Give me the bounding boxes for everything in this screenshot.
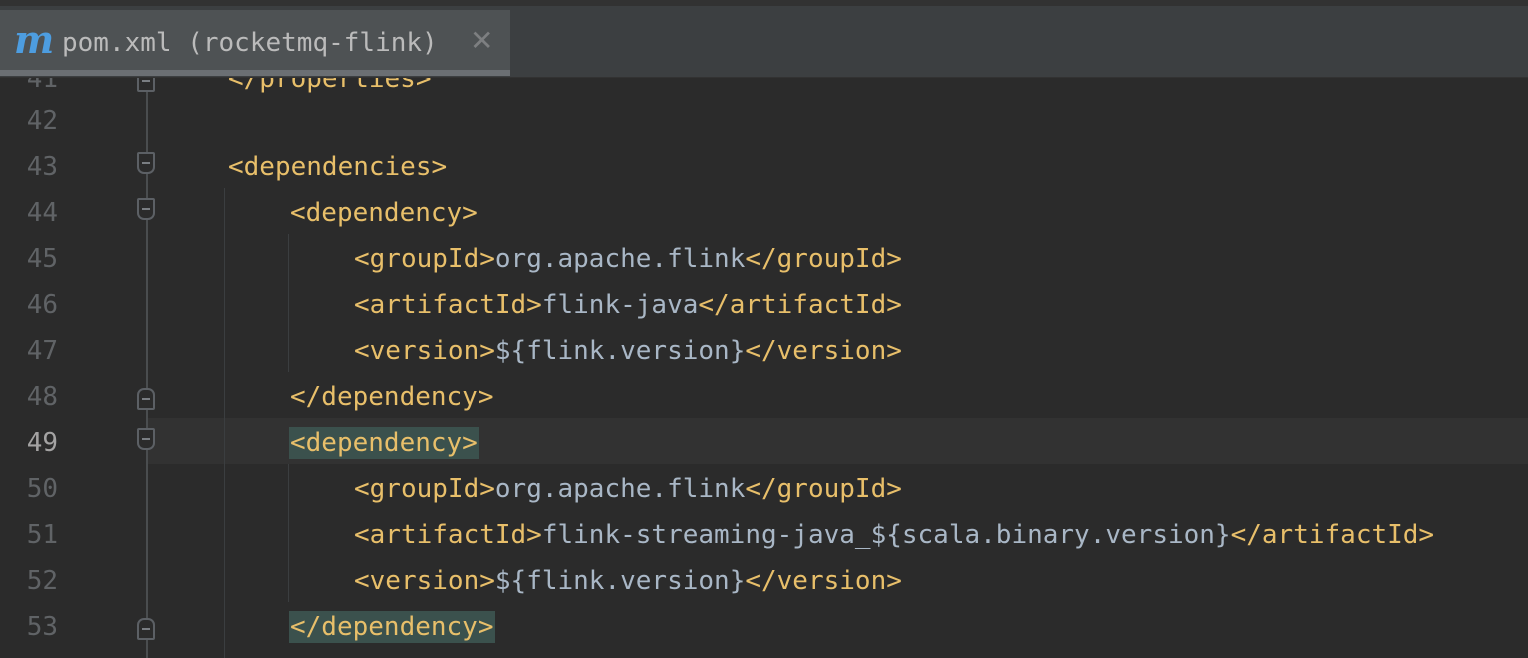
line-number: 47 xyxy=(26,336,58,366)
xml-text: org.apache.flink xyxy=(494,244,746,274)
xml-tag: </properties> xyxy=(228,78,432,94)
xml-tag: <dependencies> xyxy=(228,152,448,182)
line-number: 50 xyxy=(26,474,58,504)
code-line-50: 50 <groupId>org.apache.flink</groupId> xyxy=(0,466,1528,512)
xml-tag: <groupId> xyxy=(354,474,495,504)
line-number: 52 xyxy=(26,566,58,596)
xml-text: ${flink.version} xyxy=(494,566,746,596)
xml-tag: </groupId> xyxy=(745,474,902,504)
line-number: 43 xyxy=(26,152,58,182)
xml-tag: <dependency> xyxy=(290,198,478,228)
line-number: 45 xyxy=(26,244,58,274)
xml-tag-matched: </dependency> xyxy=(289,611,495,643)
close-icon[interactable]: ✕ xyxy=(470,26,493,56)
maven-m-icon: m xyxy=(14,17,55,62)
tab-pom-xml[interactable]: m pom.xml (rocketmq-flink) ✕ xyxy=(0,10,510,76)
fold-start-icon[interactable] xyxy=(137,152,155,174)
code-line-45: 45 <groupId>org.apache.flink</groupId> xyxy=(0,236,1528,282)
line-number: 44 xyxy=(26,198,58,228)
code-editor[interactable]: 41 </properties> 42 43 <dependencies> 44… xyxy=(0,78,1528,658)
xml-tag: </artifactId> xyxy=(1230,520,1435,550)
xml-text: org.apache.flink xyxy=(494,474,746,504)
xml-tag: </dependency> xyxy=(290,382,494,412)
line-number: 51 xyxy=(26,520,58,550)
xml-tag: </groupId> xyxy=(745,244,902,274)
xml-tag: <version> xyxy=(354,566,495,596)
code-line-47: 47 <version>${flink.version}</version> xyxy=(0,328,1528,374)
fold-start-icon[interactable] xyxy=(137,198,155,220)
code-line-46: 46 <artifactId>flink-java</artifactId> xyxy=(0,282,1528,328)
fold-end-icon[interactable] xyxy=(137,78,155,92)
xml-tag: </version> xyxy=(745,336,902,366)
line-number: 46 xyxy=(26,290,58,320)
tab-label: pom.xml (rocketmq-flink) xyxy=(62,28,438,58)
line-number: 49 xyxy=(26,428,58,458)
code-line-42: 42 xyxy=(0,98,1528,144)
xml-tag: <version> xyxy=(354,336,495,366)
fold-end-icon[interactable] xyxy=(137,388,155,410)
code-line-52: 52 <version>${flink.version}</version> xyxy=(0,558,1528,604)
code-line-49: 49 <dependency> xyxy=(0,420,1528,466)
fold-start-icon[interactable] xyxy=(137,428,155,450)
code-line-44: 44 <dependency> xyxy=(0,190,1528,236)
xml-tag: <groupId> xyxy=(354,244,495,274)
fold-end-icon[interactable] xyxy=(137,618,155,640)
xml-text: flink-java xyxy=(541,290,699,320)
line-number: 53 xyxy=(26,612,58,642)
line-number: 48 xyxy=(26,382,58,412)
xml-text: ${flink.version} xyxy=(494,336,746,366)
code-line-43: 43 <dependencies> xyxy=(0,144,1528,190)
line-number: 42 xyxy=(26,106,58,136)
xml-tag-matched: <dependency> xyxy=(289,427,479,459)
code-line-48: 48 </dependency> xyxy=(0,374,1528,420)
xml-tag: </artifactId> xyxy=(698,290,902,320)
xml-text: flink-streaming-java_${scala.binary.vers… xyxy=(541,520,1231,550)
editor-tab-bar: m pom.xml (rocketmq-flink) ✕ xyxy=(0,0,1528,78)
code-line-51: 51 <artifactId>flink-streaming-java_${sc… xyxy=(0,512,1528,558)
code-line-53: 53 </dependency> xyxy=(0,604,1528,650)
xml-tag: <artifactId> xyxy=(354,520,542,550)
xml-tag: <artifactId> xyxy=(354,290,542,320)
xml-tag: </version> xyxy=(745,566,902,596)
